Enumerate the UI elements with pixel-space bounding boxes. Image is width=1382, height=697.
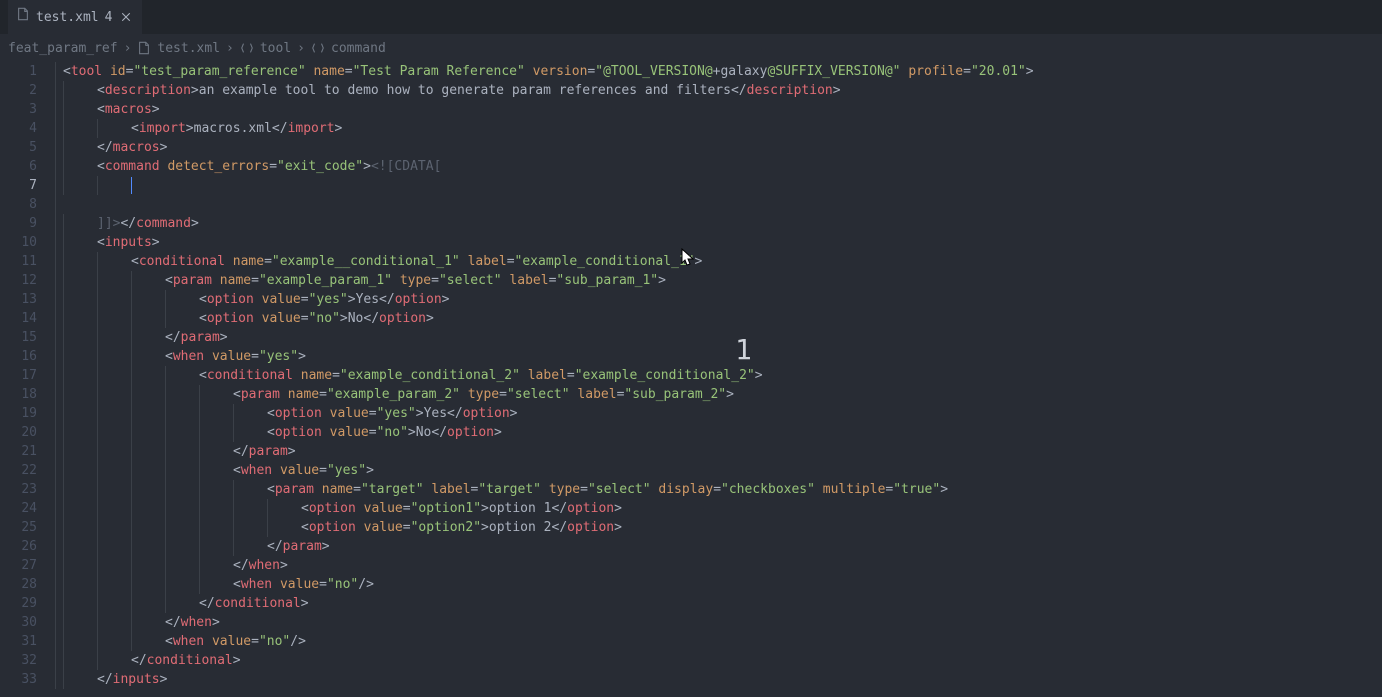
code-line[interactable]: <import>macros.xml</import> xyxy=(55,119,1382,138)
line-number: 27 xyxy=(0,556,37,575)
code-line[interactable]: </param> xyxy=(55,537,1382,556)
line-number: 9 xyxy=(0,214,37,233)
code-line[interactable]: <param name="example_param_2" type="sele… xyxy=(55,385,1382,404)
file-icon xyxy=(137,39,151,58)
line-number: 13 xyxy=(0,290,37,309)
symbol-icon xyxy=(240,39,254,58)
line-number: 23 xyxy=(0,480,37,499)
code-line[interactable]: <option value="option2">option 2</option… xyxy=(55,518,1382,537)
code-line[interactable]: </conditional> xyxy=(55,594,1382,613)
line-number: 17 xyxy=(0,366,37,385)
file-icon xyxy=(16,7,30,27)
breadcrumb-folder[interactable]: feat_param_ref xyxy=(8,39,118,58)
line-number: 11 xyxy=(0,252,37,271)
line-number: 10 xyxy=(0,233,37,252)
editor[interactable]: 1234567891011121314151617181920212223242… xyxy=(0,62,1382,697)
line-number: 24 xyxy=(0,499,37,518)
code-line[interactable]: <when value="no"/> xyxy=(55,575,1382,594)
line-number: 31 xyxy=(0,632,37,651)
code-line[interactable]: <option value="yes">Yes</option> xyxy=(55,404,1382,423)
code-line[interactable]: <conditional name="example__conditional_… xyxy=(55,252,1382,271)
line-number: 6 xyxy=(0,157,37,176)
line-number: 3 xyxy=(0,100,37,119)
breadcrumb-symbol-command[interactable]: command xyxy=(331,39,386,58)
code-line[interactable]: <param name="target" label="target" type… xyxy=(55,480,1382,499)
code-line[interactable]: <param name="example_param_1" type="sele… xyxy=(55,271,1382,290)
code-line[interactable]: <inputs> xyxy=(55,233,1382,252)
close-icon[interactable] xyxy=(118,9,134,25)
line-number: 5 xyxy=(0,138,37,157)
code-line[interactable]: </param> xyxy=(55,442,1382,461)
breadcrumb[interactable]: feat_param_ref › test.xml › tool › comma… xyxy=(0,34,1382,62)
code-line[interactable]: </macros> xyxy=(55,138,1382,157)
line-number: 21 xyxy=(0,442,37,461)
line-number: 28 xyxy=(0,575,37,594)
code-line[interactable]: </param> xyxy=(55,328,1382,347)
code-line[interactable]: </when> xyxy=(55,556,1382,575)
tab-filename: test.xml xyxy=(36,8,99,27)
line-number: 8 xyxy=(0,195,37,214)
tab-dirty-marker: 4 xyxy=(105,8,113,27)
breadcrumb-symbol-tool[interactable]: tool xyxy=(260,39,291,58)
code-line[interactable]: </conditional> xyxy=(55,651,1382,670)
text-caret xyxy=(131,177,132,194)
line-number: 32 xyxy=(0,651,37,670)
code-line[interactable]: <option value="option1">option 1</option… xyxy=(55,499,1382,518)
code-line[interactable]: <option value="yes">Yes</option> xyxy=(55,290,1382,309)
line-number: 33 xyxy=(0,670,37,689)
line-number: 18 xyxy=(0,385,37,404)
code-line[interactable]: <conditional name="example_conditional_2… xyxy=(55,366,1382,385)
code-line[interactable]: <when value="yes"> xyxy=(55,461,1382,480)
code-line[interactable]: </inputs> xyxy=(55,670,1382,689)
line-number: 25 xyxy=(0,518,37,537)
code-line[interactable]: <when value="no"/> xyxy=(55,632,1382,651)
line-number: 30 xyxy=(0,613,37,632)
symbol-icon xyxy=(311,39,325,58)
line-numbers-gutter: 1234567891011121314151617181920212223242… xyxy=(0,62,55,697)
chevron-right-icon: › xyxy=(124,39,132,58)
code-line[interactable]: ]]></command> xyxy=(55,214,1382,233)
code-line[interactable] xyxy=(55,176,1382,195)
line-number: 15 xyxy=(0,328,37,347)
breadcrumb-file[interactable]: test.xml xyxy=(157,39,220,58)
line-number: 19 xyxy=(0,404,37,423)
code-line[interactable]: <tool id="test_param_reference" name="Te… xyxy=(55,62,1382,81)
line-number: 1 xyxy=(0,62,37,81)
code-line[interactable]: </when> xyxy=(55,613,1382,632)
code-line[interactable]: <description>an example tool to demo how… xyxy=(55,81,1382,100)
tab-bar: test.xml 4 xyxy=(0,0,1382,34)
line-number: 7 xyxy=(0,176,37,195)
chevron-right-icon: › xyxy=(226,39,234,58)
line-number: 2 xyxy=(0,81,37,100)
chevron-right-icon: › xyxy=(297,39,305,58)
code-line[interactable]: <command detect_errors="exit_code"><![CD… xyxy=(55,157,1382,176)
line-number: 20 xyxy=(0,423,37,442)
line-number: 29 xyxy=(0,594,37,613)
line-number: 16 xyxy=(0,347,37,366)
code-line[interactable]: <option value="no">No</option> xyxy=(55,423,1382,442)
line-number: 4 xyxy=(0,119,37,138)
code-line[interactable]: <option value="no">No</option> xyxy=(55,309,1382,328)
line-number: 22 xyxy=(0,461,37,480)
code-area[interactable]: <tool id="test_param_reference" name="Te… xyxy=(55,62,1382,697)
line-number: 26 xyxy=(0,537,37,556)
code-line[interactable] xyxy=(55,195,1382,214)
code-line[interactable]: <macros> xyxy=(55,100,1382,119)
line-number: 12 xyxy=(0,271,37,290)
tab-test-xml[interactable]: test.xml 4 xyxy=(8,0,142,34)
line-number: 14 xyxy=(0,309,37,328)
code-line[interactable]: <when value="yes"> xyxy=(55,347,1382,366)
